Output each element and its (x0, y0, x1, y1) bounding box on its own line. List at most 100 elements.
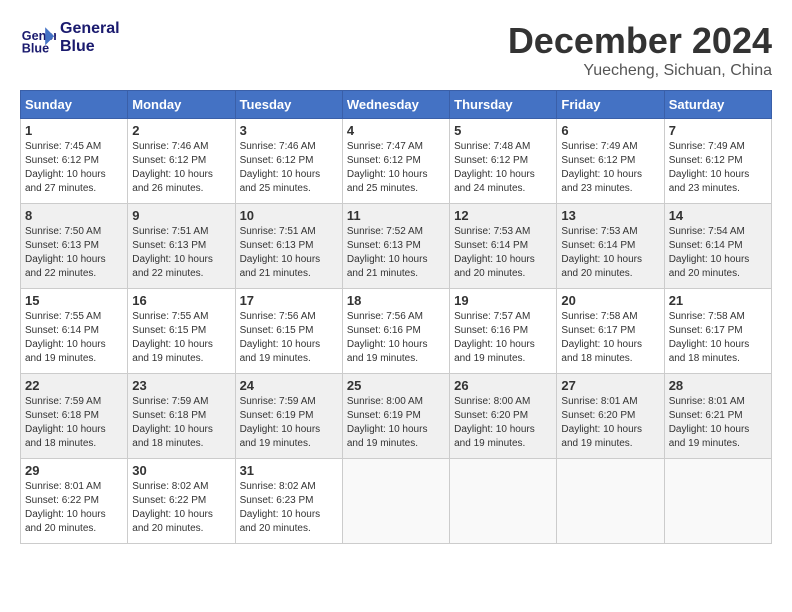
day-info: Sunrise: 7:45 AMSunset: 6:12 PMDaylight:… (25, 140, 123, 196)
calendar-cell: 3 Sunrise: 7:46 AMSunset: 6:12 PMDayligh… (235, 119, 342, 204)
day-info: Sunrise: 8:01 AMSunset: 6:22 PMDaylight:… (25, 480, 123, 536)
logo: General Blue General Blue (20, 20, 120, 56)
calendar-cell: 1 Sunrise: 7:45 AMSunset: 6:12 PMDayligh… (21, 119, 128, 204)
calendar-cell: 12 Sunrise: 7:53 AMSunset: 6:14 PMDaylig… (450, 204, 557, 289)
day-number: 24 (240, 378, 338, 393)
header: General Blue General Blue December 2024 … (20, 20, 772, 80)
calendar-cell: 4 Sunrise: 7:47 AMSunset: 6:12 PMDayligh… (342, 119, 449, 204)
day-info: Sunrise: 7:49 AMSunset: 6:12 PMDaylight:… (669, 140, 767, 196)
day-number: 20 (561, 293, 659, 308)
logo-blue: Blue (60, 38, 120, 56)
calendar-cell: 20 Sunrise: 7:58 AMSunset: 6:17 PMDaylig… (557, 289, 664, 374)
logo-icon: General Blue (20, 20, 56, 56)
day-number: 15 (25, 293, 123, 308)
day-info: Sunrise: 7:58 AMSunset: 6:17 PMDaylight:… (561, 310, 659, 366)
calendar-cell: 15 Sunrise: 7:55 AMSunset: 6:14 PMDaylig… (21, 289, 128, 374)
day-number: 3 (240, 123, 338, 138)
day-info: Sunrise: 7:59 AMSunset: 6:19 PMDaylight:… (240, 395, 338, 451)
calendar-cell (664, 459, 771, 544)
calendar-cell (450, 459, 557, 544)
day-number: 11 (347, 208, 445, 223)
day-number: 8 (25, 208, 123, 223)
calendar-cell: 11 Sunrise: 7:52 AMSunset: 6:13 PMDaylig… (342, 204, 449, 289)
day-info: Sunrise: 7:47 AMSunset: 6:12 PMDaylight:… (347, 140, 445, 196)
day-info: Sunrise: 7:58 AMSunset: 6:17 PMDaylight:… (669, 310, 767, 366)
day-number: 28 (669, 378, 767, 393)
day-info: Sunrise: 7:53 AMSunset: 6:14 PMDaylight:… (561, 225, 659, 281)
day-header-tuesday: Tuesday (235, 91, 342, 119)
calendar-cell: 27 Sunrise: 8:01 AMSunset: 6:20 PMDaylig… (557, 374, 664, 459)
day-info: Sunrise: 8:00 AMSunset: 6:20 PMDaylight:… (454, 395, 552, 451)
day-info: Sunrise: 7:59 AMSunset: 6:18 PMDaylight:… (25, 395, 123, 451)
day-info: Sunrise: 7:46 AMSunset: 6:12 PMDaylight:… (240, 140, 338, 196)
day-number: 17 (240, 293, 338, 308)
day-info: Sunrise: 8:02 AMSunset: 6:22 PMDaylight:… (132, 480, 230, 536)
calendar-cell: 7 Sunrise: 7:49 AMSunset: 6:12 PMDayligh… (664, 119, 771, 204)
logo-general: General (60, 20, 120, 38)
day-number: 10 (240, 208, 338, 223)
day-number: 6 (561, 123, 659, 138)
calendar-cell (342, 459, 449, 544)
day-number: 12 (454, 208, 552, 223)
day-number: 19 (454, 293, 552, 308)
day-number: 23 (132, 378, 230, 393)
day-header-monday: Monday (128, 91, 235, 119)
day-number: 5 (454, 123, 552, 138)
day-header-thursday: Thursday (450, 91, 557, 119)
day-info: Sunrise: 7:52 AMSunset: 6:13 PMDaylight:… (347, 225, 445, 281)
location: Yuecheng, Sichuan, China (508, 62, 772, 80)
day-info: Sunrise: 7:57 AMSunset: 6:16 PMDaylight:… (454, 310, 552, 366)
day-info: Sunrise: 7:51 AMSunset: 6:13 PMDaylight:… (132, 225, 230, 281)
calendar-cell: 26 Sunrise: 8:00 AMSunset: 6:20 PMDaylig… (450, 374, 557, 459)
day-info: Sunrise: 7:51 AMSunset: 6:13 PMDaylight:… (240, 225, 338, 281)
calendar-cell: 5 Sunrise: 7:48 AMSunset: 6:12 PMDayligh… (450, 119, 557, 204)
day-number: 26 (454, 378, 552, 393)
calendar-cell: 22 Sunrise: 7:59 AMSunset: 6:18 PMDaylig… (21, 374, 128, 459)
calendar-cell: 24 Sunrise: 7:59 AMSunset: 6:19 PMDaylig… (235, 374, 342, 459)
day-number: 25 (347, 378, 445, 393)
day-info: Sunrise: 8:02 AMSunset: 6:23 PMDaylight:… (240, 480, 338, 536)
calendar-cell: 13 Sunrise: 7:53 AMSunset: 6:14 PMDaylig… (557, 204, 664, 289)
day-number: 7 (669, 123, 767, 138)
day-number: 2 (132, 123, 230, 138)
calendar-cell: 31 Sunrise: 8:02 AMSunset: 6:23 PMDaylig… (235, 459, 342, 544)
day-number: 13 (561, 208, 659, 223)
day-number: 18 (347, 293, 445, 308)
day-number: 29 (25, 463, 123, 478)
calendar-cell: 29 Sunrise: 8:01 AMSunset: 6:22 PMDaylig… (21, 459, 128, 544)
day-info: Sunrise: 7:55 AMSunset: 6:15 PMDaylight:… (132, 310, 230, 366)
calendar-cell: 9 Sunrise: 7:51 AMSunset: 6:13 PMDayligh… (128, 204, 235, 289)
day-info: Sunrise: 7:53 AMSunset: 6:14 PMDaylight:… (454, 225, 552, 281)
day-info: Sunrise: 7:48 AMSunset: 6:12 PMDaylight:… (454, 140, 552, 196)
day-number: 22 (25, 378, 123, 393)
day-number: 9 (132, 208, 230, 223)
calendar-cell: 23 Sunrise: 7:59 AMSunset: 6:18 PMDaylig… (128, 374, 235, 459)
day-header-saturday: Saturday (664, 91, 771, 119)
calendar-cell: 2 Sunrise: 7:46 AMSunset: 6:12 PMDayligh… (128, 119, 235, 204)
month-title: December 2024 (508, 20, 772, 62)
calendar-cell: 6 Sunrise: 7:49 AMSunset: 6:12 PMDayligh… (557, 119, 664, 204)
day-info: Sunrise: 8:00 AMSunset: 6:19 PMDaylight:… (347, 395, 445, 451)
day-number: 14 (669, 208, 767, 223)
day-info: Sunrise: 7:56 AMSunset: 6:15 PMDaylight:… (240, 310, 338, 366)
calendar-cell (557, 459, 664, 544)
calendar-cell: 21 Sunrise: 7:58 AMSunset: 6:17 PMDaylig… (664, 289, 771, 374)
title-area: December 2024 Yuecheng, Sichuan, China (508, 20, 772, 80)
day-info: Sunrise: 7:59 AMSunset: 6:18 PMDaylight:… (132, 395, 230, 451)
day-info: Sunrise: 7:56 AMSunset: 6:16 PMDaylight:… (347, 310, 445, 366)
calendar: SundayMondayTuesdayWednesdayThursdayFrid… (20, 90, 772, 544)
calendar-cell: 17 Sunrise: 7:56 AMSunset: 6:15 PMDaylig… (235, 289, 342, 374)
calendar-cell: 30 Sunrise: 8:02 AMSunset: 6:22 PMDaylig… (128, 459, 235, 544)
day-number: 16 (132, 293, 230, 308)
day-number: 31 (240, 463, 338, 478)
calendar-cell: 25 Sunrise: 8:00 AMSunset: 6:19 PMDaylig… (342, 374, 449, 459)
day-info: Sunrise: 8:01 AMSunset: 6:20 PMDaylight:… (561, 395, 659, 451)
day-header-sunday: Sunday (21, 91, 128, 119)
day-info: Sunrise: 7:50 AMSunset: 6:13 PMDaylight:… (25, 225, 123, 281)
day-info: Sunrise: 8:01 AMSunset: 6:21 PMDaylight:… (669, 395, 767, 451)
day-number: 30 (132, 463, 230, 478)
calendar-cell: 8 Sunrise: 7:50 AMSunset: 6:13 PMDayligh… (21, 204, 128, 289)
calendar-cell: 19 Sunrise: 7:57 AMSunset: 6:16 PMDaylig… (450, 289, 557, 374)
day-number: 27 (561, 378, 659, 393)
day-info: Sunrise: 7:54 AMSunset: 6:14 PMDaylight:… (669, 225, 767, 281)
